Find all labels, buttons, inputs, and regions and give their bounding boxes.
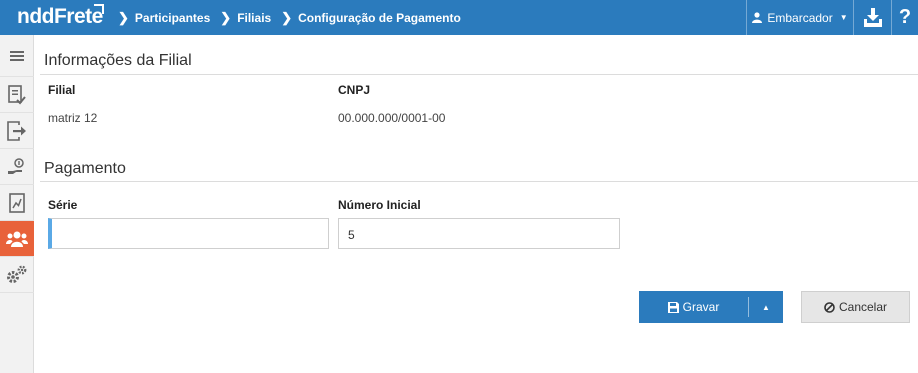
breadcrumb-label: Participantes [134, 11, 211, 25]
settings-icon [7, 265, 27, 283]
ban-icon [824, 301, 835, 313]
export-icon [7, 120, 26, 141]
numero-inicial-input[interactable]: 5 [338, 218, 620, 249]
help-icon: ? [898, 6, 912, 28]
user-icon [752, 12, 763, 23]
breadcrumb-item-filiais[interactable]: ❯ Filiais [220, 10, 271, 26]
divider [40, 74, 918, 75]
checklist-icon [8, 84, 26, 104]
sidebar-item-documents[interactable] [0, 77, 34, 113]
serie-label: Série [48, 198, 78, 212]
download-icon [863, 8, 882, 27]
sidebar-item-participants[interactable] [0, 221, 34, 257]
sidebar-item-export[interactable] [0, 113, 34, 149]
top-bar: nddFrete ❯ Participantes ❯ Filiais ❯ Con… [0, 0, 918, 35]
help-button[interactable]: ? [892, 0, 918, 35]
chevron-right-icon: ❯ [281, 10, 293, 25]
chevron-right-icon: ❯ [118, 10, 129, 25]
filial-value: matriz 12 [48, 111, 98, 125]
download-button[interactable] [854, 0, 891, 35]
section-title-pagamento: Pagamento [44, 160, 126, 177]
breadcrumb: ❯ Participantes ❯ Filiais ❯ Configuração… [118, 10, 461, 26]
chevron-right-icon: ❯ [220, 10, 232, 25]
column-header-cnpj: CNPJ [338, 83, 371, 97]
sidebar-item-reports[interactable] [0, 185, 34, 221]
save-split-button: Gravar ▲ [639, 291, 783, 323]
payment-icon [8, 157, 24, 174]
users-icon [6, 231, 28, 247]
breadcrumb-item-participantes[interactable]: ❯ Participantes [118, 10, 210, 26]
menu-icon [10, 50, 24, 61]
cancel-button[interactable]: Cancelar [801, 291, 910, 323]
serie-input[interactable] [48, 218, 329, 249]
logo-mark [94, 4, 104, 14]
main-content: Informações da Filial Filial CNPJ matriz… [34, 35, 918, 373]
chevron-down-icon: ▼ [839, 13, 848, 22]
topbar-actions: Embarcador ▼ ? [746, 0, 918, 35]
save-button[interactable]: Gravar [639, 291, 748, 323]
user-menu[interactable]: Embarcador ▼ [747, 0, 853, 35]
report-icon [9, 192, 25, 213]
cancel-label: Cancelar [838, 300, 888, 314]
section-title-filial: Informações da Filial [44, 52, 192, 69]
floppy-icon [667, 301, 679, 313]
save-label: Gravar [682, 300, 720, 314]
breadcrumb-label: Configuração de Pagamento [298, 11, 461, 25]
sidebar [0, 35, 34, 373]
save-options-dropdown[interactable]: ▲ [749, 291, 783, 323]
sidebar-item-payments[interactable] [0, 149, 34, 185]
breadcrumb-item-configuracao: ❯ Configuração de Pagamento [281, 10, 461, 26]
column-header-filial: Filial [48, 83, 76, 97]
breadcrumb-label: Filiais [237, 11, 272, 25]
numero-inicial-label: Número Inicial [338, 198, 421, 212]
user-label: Embarcador [767, 10, 833, 25]
caret-up-icon: ▲ [762, 302, 770, 312]
app-logo[interactable]: nddFrete [17, 5, 103, 29]
cnpj-value: 00.000.000/0001-00 [338, 111, 446, 125]
divider [40, 181, 918, 182]
sidebar-item-settings[interactable] [0, 257, 34, 293]
sidebar-item-menu[interactable] [0, 35, 34, 77]
